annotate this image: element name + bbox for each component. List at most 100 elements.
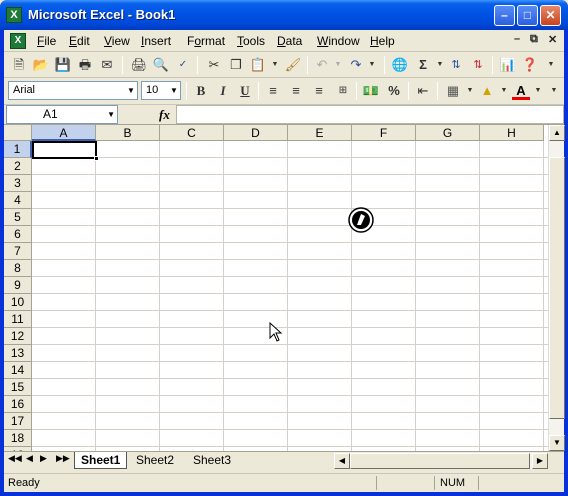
worksheet-grid[interactable]: ABCDEFGH 12345678910111213141516171819 [4,125,564,451]
sort-ascending-icon[interactable]: ⇅ [447,56,465,74]
paste-icon[interactable]: 📋 [249,56,267,74]
underline-icon[interactable]: U [236,82,254,100]
name-box[interactable]: A1 ▼ [6,105,118,124]
row-header-1[interactable]: 1 [4,141,32,158]
column-header-e[interactable]: E [288,125,352,141]
new-icon[interactable]: 🗎 [10,56,28,74]
prev-sheet-icon[interactable]: ◀ [26,453,33,464]
font-size-combo[interactable]: 10 ▼ [141,81,181,100]
scroll-left-icon[interactable]: ◀ [334,453,350,469]
print-preview-icon[interactable]: 🔍 [152,56,170,74]
chart-wizard-icon[interactable]: 📊 [499,56,517,74]
menu-data[interactable]: Data [277,34,302,48]
currency-icon[interactable]: 💵 [362,82,380,100]
row-header-2[interactable]: 2 [4,158,32,175]
menu-help[interactable]: Help [370,34,395,48]
row-header-12[interactable]: 12 [4,328,32,345]
row-header-3[interactable]: 3 [4,175,32,192]
paste-dropdown-icon[interactable]: ▼ [266,56,284,74]
bold-icon[interactable]: B [192,82,210,100]
row-header-16[interactable]: 16 [4,396,32,413]
menu-edit[interactable]: Edit [69,34,90,48]
font-dropdown-icon[interactable]: ▼ [125,82,137,99]
column-header-c[interactable]: C [160,125,224,141]
row-header-18[interactable]: 18 [4,430,32,447]
sheet-tab-2[interactable]: Sheet2 [130,452,180,469]
sheet-tab-1[interactable]: Sheet1 [74,452,128,469]
maximize-button[interactable]: □ [517,5,538,26]
row-header-14[interactable]: 14 [4,362,32,379]
title-bar[interactable]: X Microsoft Excel - Book1 – □ ✕ [0,0,568,30]
column-header-f[interactable]: F [352,125,416,141]
doc-restore-button[interactable]: ⧉ [530,33,538,46]
row-header-5[interactable]: 5 [4,209,32,226]
save-icon[interactable]: 💾 [54,56,72,74]
insert-function-icon[interactable]: fx [159,107,170,123]
column-header-h[interactable]: H [480,125,544,141]
column-header-d[interactable]: D [224,125,288,141]
close-button[interactable]: ✕ [540,5,561,26]
next-sheet-icon[interactable]: ▶ [40,453,47,464]
format-toolbar-options-icon[interactable]: ▼ [545,82,563,100]
horizontal-scrollbar[interactable]: ◀ ▶ [334,453,548,469]
scroll-up-icon[interactable]: ▲ [549,125,565,141]
row-header-4[interactable]: 4 [4,192,32,209]
align-left-icon[interactable]: ≡ [264,82,282,100]
vertical-scroll-thumb[interactable] [549,157,565,419]
help-icon[interactable]: ❓ [521,56,539,74]
copy-icon[interactable]: ❐ [227,56,245,74]
vertical-scrollbar[interactable]: ▲ ▼ [548,125,565,451]
first-sheet-icon[interactable]: ◀◀ [8,453,22,464]
row-header-10[interactable]: 10 [4,294,32,311]
column-header-g[interactable]: G [416,125,480,141]
toolbar-options-icon[interactable]: ▼ [542,56,560,74]
name-box-dropdown-icon[interactable]: ▼ [107,106,115,123]
font-name-combo[interactable]: Arial ▼ [8,81,138,100]
last-sheet-icon[interactable]: ▶▶ [56,453,70,464]
fill-handle[interactable] [94,156,99,161]
borders-dropdown-icon[interactable]: ▼ [461,82,479,100]
excel-app-icon[interactable]: X [6,7,22,23]
doc-close-button[interactable]: ✕ [548,33,557,46]
sheet-tab-3[interactable]: Sheet3 [187,452,237,469]
row-header-8[interactable]: 8 [4,260,32,277]
column-header-a[interactable]: A [32,125,96,141]
sort-descending-icon[interactable]: ⇅ [469,56,487,74]
email-icon[interactable]: ✉ [98,56,116,74]
cut-icon[interactable]: ✂ [205,56,223,74]
decrease-indent-icon[interactable]: ⇤ [414,82,432,100]
menu-insert[interactable]: Insert [141,34,171,48]
open-icon[interactable]: 📂 [32,56,50,74]
row-header-11[interactable]: 11 [4,311,32,328]
undo-dropdown-icon[interactable]: ▼ [329,56,347,74]
formula-input[interactable] [176,105,564,124]
autosum-icon[interactable]: Σ [414,56,432,74]
percent-icon[interactable]: % [385,82,403,100]
menu-tools[interactable]: Tools [237,34,265,48]
menu-window[interactable]: Window [317,34,360,48]
row-header-6[interactable]: 6 [4,226,32,243]
column-header-b[interactable]: B [96,125,160,141]
workbook-icon[interactable]: X [10,33,26,49]
fill-color-icon[interactable]: ▲ [478,82,496,100]
menu-view[interactable]: View [104,34,130,48]
horizontal-scroll-thumb[interactable] [350,453,530,469]
doc-minimize-button[interactable]: – [514,33,520,45]
row-header-17[interactable]: 17 [4,413,32,430]
active-cell[interactable] [32,141,97,159]
select-all-button[interactable] [4,125,32,141]
align-right-icon[interactable]: ≡ [310,82,328,100]
row-header-15[interactable]: 15 [4,379,32,396]
font-size-dropdown-icon[interactable]: ▼ [168,82,180,99]
align-center-icon[interactable]: ≡ [287,82,305,100]
menu-format[interactable]: Format [187,34,225,48]
scroll-down-icon[interactable]: ▼ [549,435,565,451]
italic-icon[interactable]: I [214,82,232,100]
format-painter-icon[interactable]: 🖌 [284,56,302,74]
font-color-icon[interactable]: A [512,82,530,100]
hyperlink-icon[interactable]: 🌐 [391,56,409,74]
redo-dropdown-icon[interactable]: ▼ [363,56,381,74]
borders-icon[interactable]: ▦ [444,82,462,100]
scroll-right-icon[interactable]: ▶ [532,453,548,469]
permission-icon[interactable]: 🖶 [76,56,94,74]
